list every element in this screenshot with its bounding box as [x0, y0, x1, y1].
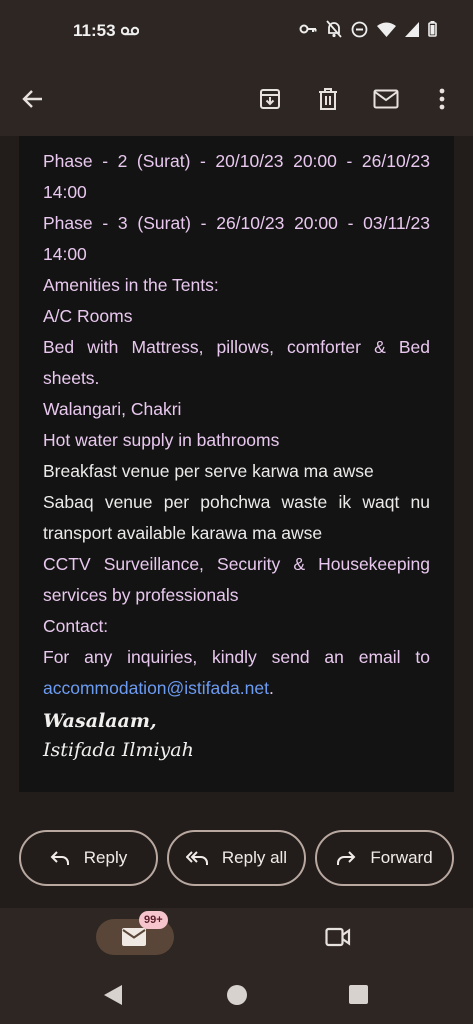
delete-icon	[319, 88, 337, 110]
nav-recents-icon[interactable]	[349, 985, 368, 1004]
more-options-button[interactable]	[425, 82, 459, 116]
reply-button[interactable]: Reply	[19, 830, 158, 886]
forward-button[interactable]: Forward	[315, 830, 454, 886]
forward-label: Forward	[370, 848, 433, 867]
amenity-transport: Sabaq venue per pohchwa waste ik waqt nu…	[43, 492, 430, 543]
reply-all-label: Reply all	[221, 848, 288, 867]
nav-home-icon[interactable]	[226, 984, 248, 1006]
more-vert-icon	[439, 88, 445, 110]
signoff-salutation: Wasalaam,	[43, 710, 157, 732]
app-bar	[0, 62, 473, 136]
reply-icon	[50, 851, 69, 865]
wifi-icon	[377, 22, 396, 37]
voicemail-icon	[121, 26, 139, 36]
amenity-bed: Bed with Mattress, pillows, comforter & …	[43, 337, 430, 388]
contact-heading: Contact:	[43, 616, 109, 636]
reply-all-icon	[185, 851, 208, 865]
signature: Wasalaam, Istifada Ilmiyah	[43, 707, 194, 765]
delete-button[interactable]	[311, 82, 345, 116]
status-time: 11:53	[73, 21, 116, 40]
contact-suffix: .	[268, 678, 274, 698]
status-bar: 11:53	[0, 0, 473, 62]
cell-signal-icon	[405, 21, 419, 37]
phase-2-line: Phase - 2 (Surat) - 20/10/23 20:00 - 26/…	[43, 151, 430, 202]
meet-tab[interactable]	[325, 927, 351, 952]
email-body-card: Phase - 2 (Surat) - 20/10/23 20:00 - 26/…	[19, 136, 454, 792]
amenity-cctv: CCTV Surveillance, Security & Housekeepi…	[43, 554, 430, 605]
videocam-icon	[325, 927, 351, 947]
arrow-back-icon	[22, 90, 42, 108]
contact-prefix: For any inquiries, kindly send an email …	[43, 647, 430, 667]
bottom-nav: 99+	[0, 908, 473, 1024]
amenity-walangari: Walangari, Chakri	[43, 399, 182, 419]
archive-icon	[260, 89, 280, 109]
email-content: Phase - 2 (Surat) - 20/10/23 20:00 - 26/…	[0, 136, 473, 808]
amenity-breakfast: Breakfast venue per serve karwa ma awse	[43, 461, 374, 481]
phase-3-line: Phase - 3 (Surat) - 26/10/23 20:00 - 03/…	[43, 213, 430, 264]
email-body: Phase - 2 (Surat) - 20/10/23 20:00 - 26/…	[43, 146, 430, 704]
contact-line: For any inquiries, kindly send an email …	[43, 642, 430, 704]
amenities-heading: Amenities in the Tents:	[43, 275, 219, 295]
battery-icon	[428, 21, 437, 37]
mark-unread-icon	[373, 89, 399, 109]
signoff-name: Istifada Ilmiyah	[43, 739, 194, 761]
forward-icon	[337, 851, 356, 865]
amenity-ac-rooms: A/C Rooms	[43, 306, 133, 326]
vpn-key-icon	[299, 24, 317, 34]
mail-icon	[122, 928, 146, 946]
do-not-disturb-icon	[351, 21, 368, 37]
mark-unread-button[interactable]	[369, 82, 403, 116]
amenity-hot-water: Hot water supply in bathrooms	[43, 430, 280, 450]
notifications-off-icon	[326, 20, 342, 38]
system-navigation	[0, 970, 473, 1024]
contact-email-link[interactable]: accommodation@istifada.net	[43, 678, 269, 698]
archive-button[interactable]	[253, 82, 287, 116]
unread-count-badge: 99+	[139, 911, 168, 929]
reply-all-button[interactable]: Reply all	[167, 830, 306, 886]
reply-label: Reply	[83, 848, 128, 867]
nav-back-icon[interactable]	[103, 984, 123, 1006]
back-button[interactable]	[16, 82, 50, 116]
